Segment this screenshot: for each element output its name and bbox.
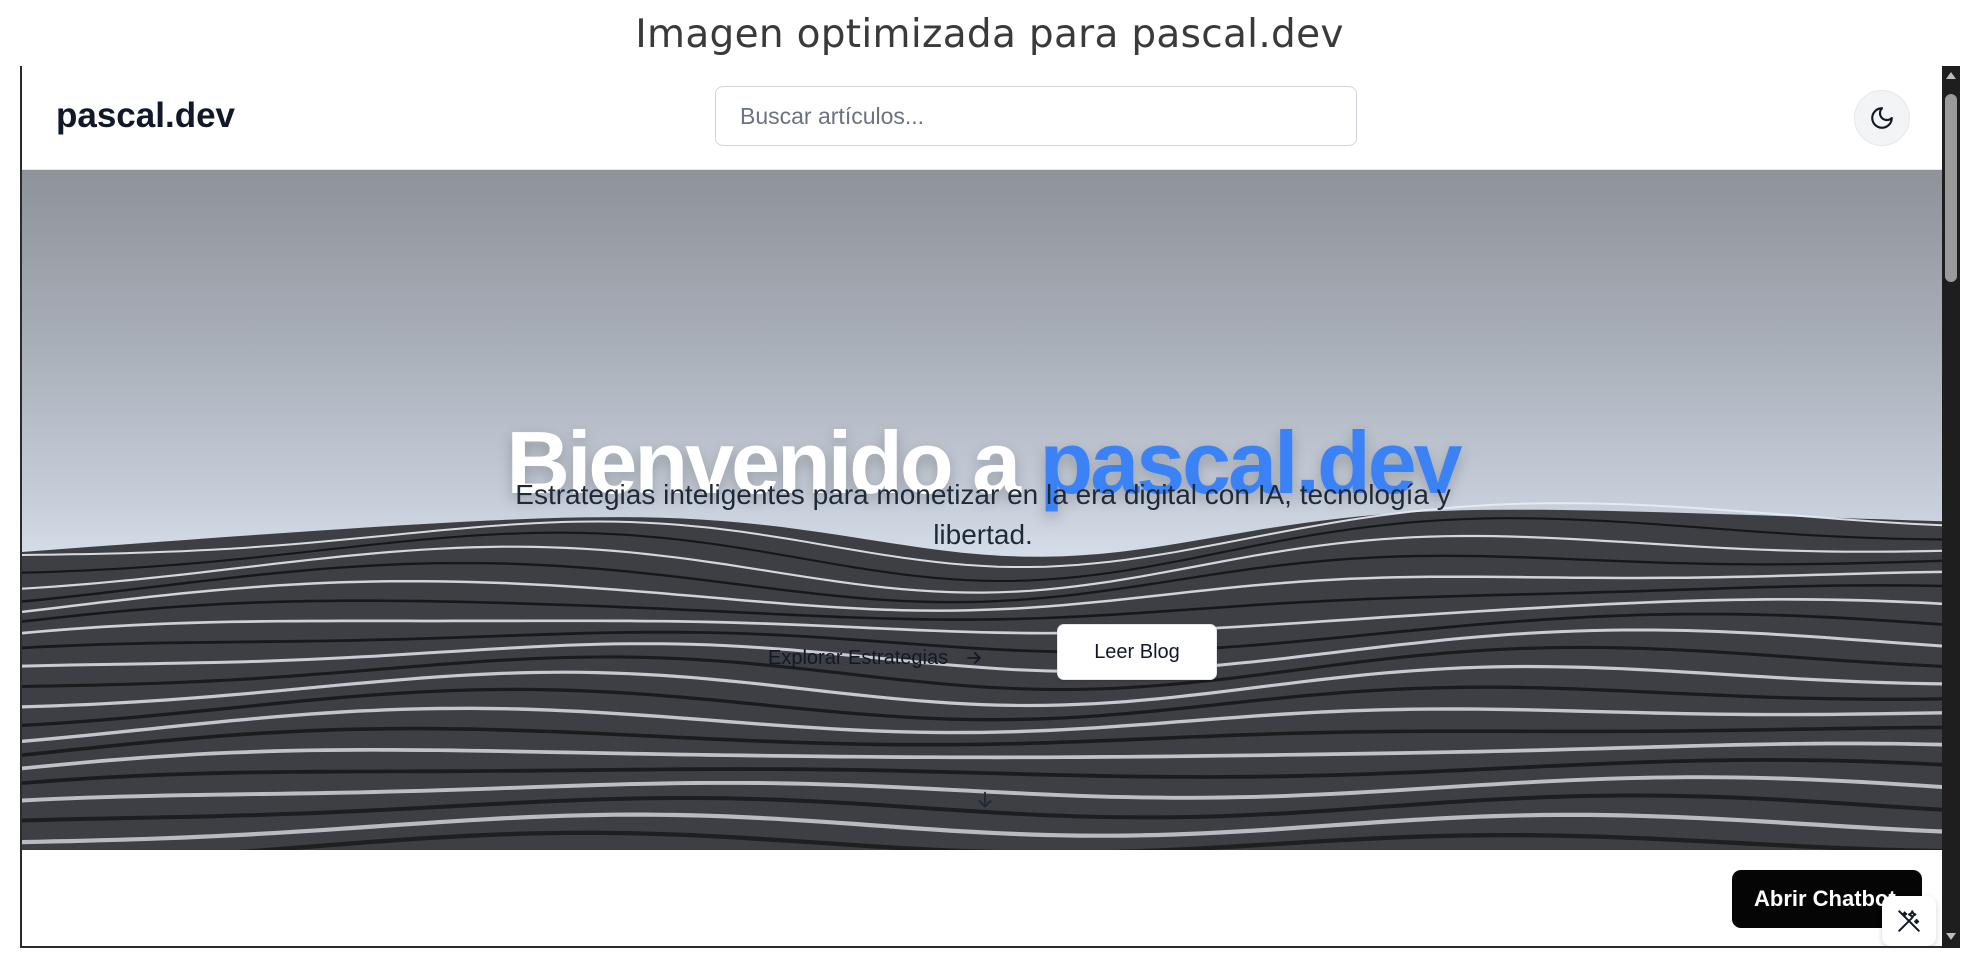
- explore-strategies-label: Explorar Estrategias: [768, 646, 949, 669]
- hero-subtitle: Estrategias inteligentes para monetizar …: [515, 479, 1451, 550]
- search-input[interactable]: [715, 86, 1357, 146]
- moon-icon: [1871, 107, 1893, 129]
- arrow-down-icon[interactable]: [974, 788, 996, 812]
- scroll-up-icon[interactable]: [1946, 72, 1956, 79]
- image-caption: Imagen optimizada para pascal.dev: [635, 12, 1344, 57]
- navbar: pascal.dev: [22, 66, 1942, 170]
- read-blog-button[interactable]: Leer Blog: [1057, 624, 1217, 680]
- explore-strategies-button[interactable]: Explorar Estrategias: [768, 632, 984, 684]
- scroll-down-icon[interactable]: [1946, 933, 1956, 940]
- arrow-right-icon: [967, 652, 981, 664]
- theme-toggle-button[interactable]: [1854, 90, 1910, 146]
- magic-wand-off-icon: [1898, 910, 1920, 932]
- scrollbar-thumb[interactable]: [1945, 94, 1957, 282]
- magic-wand-button[interactable]: [1882, 896, 1936, 946]
- site-logo[interactable]: pascal.dev: [56, 96, 235, 136]
- vertical-scrollbar[interactable]: [1942, 66, 1960, 948]
- browser-viewport: pascal.dev Bienvenido a pascal.dev Estra…: [20, 66, 1942, 948]
- hero-section: Bienvenido a pascal.dev Estrategias inte…: [22, 170, 1942, 850]
